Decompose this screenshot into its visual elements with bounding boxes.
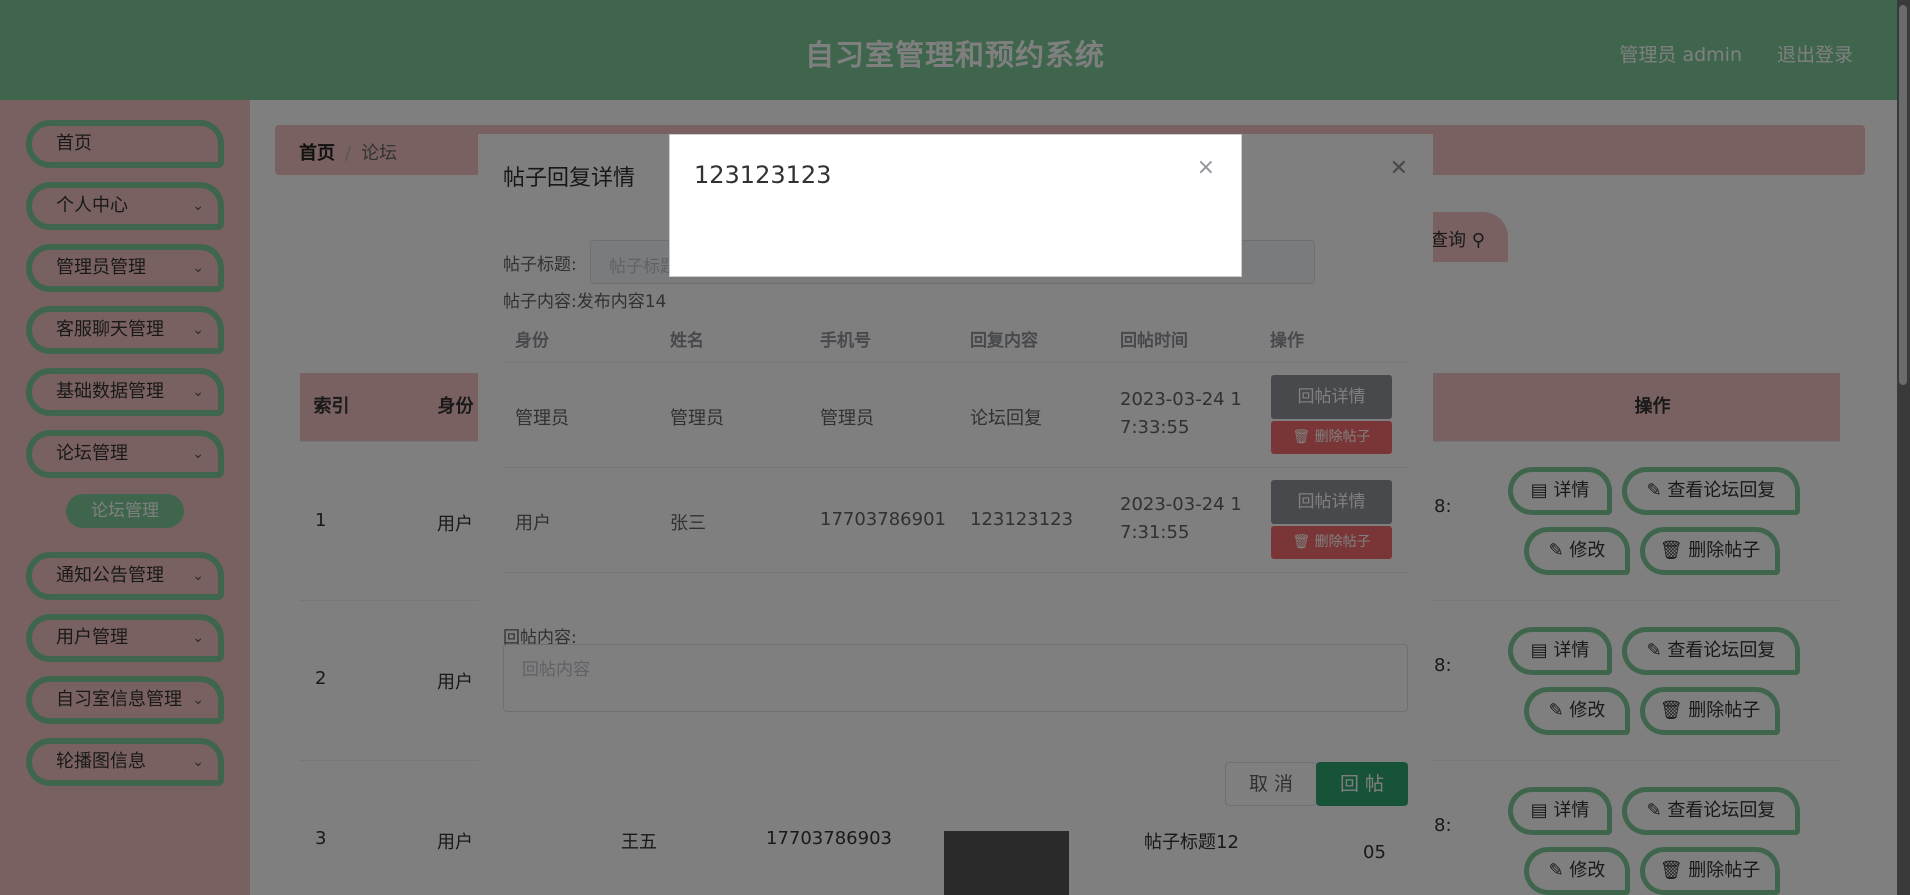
modal-close-icon[interactable]: × (1197, 155, 1215, 180)
modal-text: 123123123 (694, 161, 832, 189)
reply-content-modal: 123123123 × (669, 134, 1242, 277)
page-scrollbar-thumb[interactable] (1899, 5, 1907, 385)
